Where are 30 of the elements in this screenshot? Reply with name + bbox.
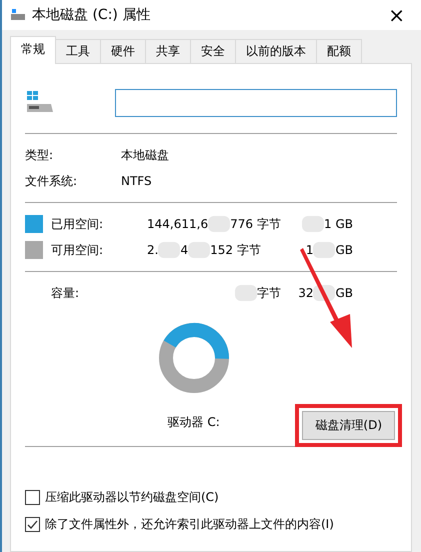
field-value: 本地磁盘 xyxy=(121,146,169,164)
window-title: 本地磁盘 (C:) 属性 xyxy=(32,6,152,24)
size-value: 2. xyxy=(147,243,158,257)
checkbox-label: 压缩此驱动器以节约磁盘空间(C) xyxy=(45,489,219,506)
drive-label: 驱动器 C: xyxy=(168,414,220,431)
tab[interactable]: 配额 xyxy=(316,39,362,64)
close-button[interactable]: × xyxy=(380,3,413,27)
size-value: 152 字节 xyxy=(210,242,261,258)
field-label: 可用空间: xyxy=(51,242,104,258)
size-value: 1 GB xyxy=(324,217,353,231)
size-value: 776 字节 xyxy=(230,216,281,232)
size-value: 4 xyxy=(180,243,188,257)
size-value: 144,611,6 xyxy=(147,217,208,231)
size-value: 32 xyxy=(298,286,314,300)
field-label: 类型: xyxy=(25,146,54,164)
checkbox[interactable] xyxy=(25,517,40,532)
size-value: 字节 xyxy=(257,284,281,302)
tab[interactable]: 常规 xyxy=(10,36,56,64)
field-label: 容量: xyxy=(51,284,80,302)
size-value: 1 xyxy=(306,243,314,257)
drive-icon xyxy=(25,91,55,115)
size-value: GB xyxy=(335,243,353,257)
size-value: GB xyxy=(335,286,353,300)
checkbox[interactable] xyxy=(25,490,40,505)
field-label: 已用空间: xyxy=(51,216,104,232)
name-field[interactable] xyxy=(115,89,397,117)
field-label: 文件系统: xyxy=(25,172,78,190)
drive-icon xyxy=(10,9,26,21)
checkbox-label: 除了文件属性外，还允许索引此驱动器上文件的内容(I) xyxy=(45,516,334,533)
field-value: NTFS xyxy=(121,174,152,188)
